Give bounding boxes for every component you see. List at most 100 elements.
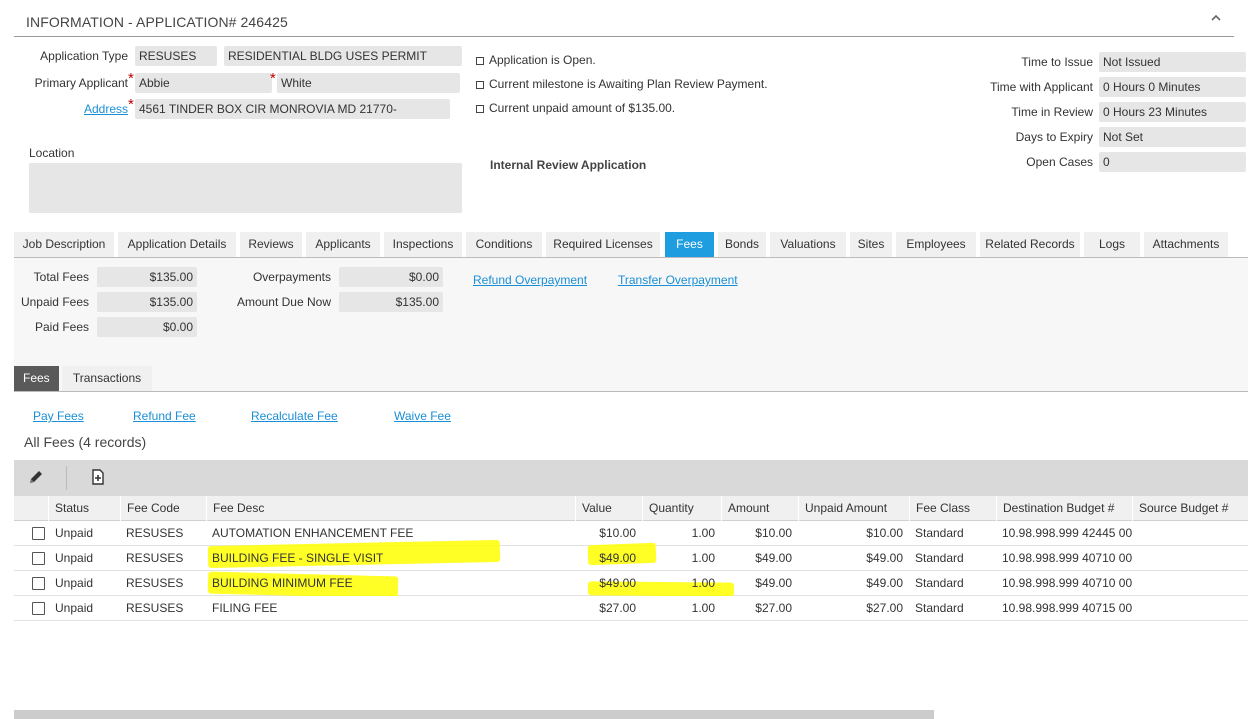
tab-job-description[interactable]: Job Description	[14, 232, 114, 257]
cell-source-budget	[1138, 546, 1248, 570]
cell-quantity: 1.00	[691, 576, 715, 590]
col-header-status[interactable]: Status	[48, 496, 120, 521]
chevron-up-icon[interactable]	[1210, 11, 1222, 27]
total-fees-value: $135.00	[97, 267, 197, 287]
paid-fees-value: $0.00	[97, 317, 197, 337]
application-type-desc: RESIDENTIAL BLDG USES PERMIT	[224, 46, 462, 66]
cell-fee-desc: BUILDING MINIMUM FEE	[212, 576, 353, 590]
metric-value: Not Issued	[1099, 52, 1246, 72]
primary-applicant-label: Primary Applicant	[34, 76, 128, 90]
tab-application-details[interactable]: Application Details	[118, 232, 236, 257]
col-header-fee-class[interactable]: Fee Class	[909, 496, 996, 521]
cell-fee-code: RESUSES	[126, 576, 184, 590]
tab-applicants[interactable]: Applicants	[306, 232, 380, 257]
applicant-last-name: White	[277, 73, 460, 93]
cell-status: Unpaid	[55, 601, 94, 615]
cell-value: $27.00	[599, 601, 636, 615]
cell-fee-code: RESUSES	[126, 601, 184, 615]
subtab-transactions[interactable]: Transactions	[62, 366, 152, 391]
cell-destination-budget: 10.98.998.999 40710 00	[1002, 551, 1132, 565]
col-header-fee-desc[interactable]: Fee Desc	[206, 496, 575, 521]
add-document-icon[interactable]	[90, 469, 106, 488]
total-fees-label: Total Fees	[33, 270, 89, 284]
cell-status: Unpaid	[55, 551, 94, 565]
metric-label: Time with Applicant	[990, 80, 1093, 94]
status-line-unpaid: Current unpaid amount of $135.00.	[476, 98, 675, 118]
applicant-first-name: Abbie	[135, 73, 272, 93]
row-checkbox[interactable]	[32, 552, 45, 565]
col-header-source-budget[interactable]: Source Budget #	[1132, 496, 1248, 521]
row-checkbox[interactable]	[32, 602, 45, 615]
transfer-overpayment-link[interactable]: Transfer Overpayment	[618, 270, 738, 290]
tab-bonds[interactable]: Bonds	[718, 232, 766, 257]
grid-header-row: Status Fee Code Fee Desc Value Quantity …	[14, 496, 1248, 521]
application-type-label: Application Type	[40, 49, 128, 63]
row-checkbox[interactable]	[32, 527, 45, 540]
unpaid-fees-value: $135.00	[97, 292, 197, 312]
horizontal-scrollbar[interactable]	[14, 710, 934, 719]
tab-valuations[interactable]: Valuations	[770, 232, 846, 257]
subtab-bar: Fees Transactions	[14, 366, 1248, 392]
checkbox-icon	[476, 80, 484, 89]
cell-amount: $10.00	[755, 526, 792, 540]
tab-required-licenses[interactable]: Required Licenses	[546, 232, 660, 257]
subtab-fees[interactable]: Fees	[14, 366, 59, 391]
tab-sites[interactable]: Sites	[850, 232, 892, 257]
cell-fee-code: RESUSES	[126, 551, 184, 565]
col-header-unpaid-amount[interactable]: Unpaid Amount	[798, 496, 909, 521]
tab-reviews[interactable]: Reviews	[240, 232, 302, 257]
checkbox-icon	[476, 56, 484, 65]
location-label: Location	[29, 146, 75, 160]
col-header-amount[interactable]: Amount	[721, 496, 798, 521]
cell-value: $49.00	[599, 551, 636, 565]
overpayments-label: Overpayments	[252, 270, 331, 284]
required-marker: *	[270, 70, 276, 87]
waive-fee-link[interactable]: Waive Fee	[394, 406, 451, 426]
cell-destination-budget: 10.98.998.999 42445 00	[1002, 526, 1132, 540]
checkbox-icon	[476, 104, 484, 113]
cell-destination-budget: 10.98.998.999 40715 00	[1002, 601, 1132, 615]
tab-conditions[interactable]: Conditions	[466, 232, 542, 257]
col-header-quantity[interactable]: Quantity	[642, 496, 721, 521]
cell-fee-class: Standard	[915, 551, 964, 565]
cell-destination-budget: 10.98.998.999 40710 00	[1002, 576, 1132, 590]
metric-value: 0 Hours 0 Minutes	[1099, 77, 1246, 97]
grid-toolbar	[14, 460, 1248, 496]
cell-unpaid-amount: $10.00	[866, 526, 903, 540]
table-row[interactable]: Unpaid RESUSES BUILDING MINIMUM FEE $49.…	[14, 571, 1248, 599]
table-row[interactable]: Unpaid RESUSES AUTOMATION ENHANCEMENT FE…	[14, 521, 1248, 546]
cell-source-budget	[1138, 521, 1248, 545]
col-header-fee-code[interactable]: Fee Code	[120, 496, 206, 521]
pencil-icon[interactable]	[28, 469, 44, 488]
tab-fees[interactable]: Fees	[665, 232, 714, 257]
status-line-open: Application is Open.	[476, 50, 596, 70]
section-header: INFORMATION - APPLICATION# 246425	[14, 8, 1234, 37]
cell-source-budget	[1138, 596, 1248, 620]
col-header-value[interactable]: Value	[575, 496, 642, 521]
cell-quantity: 1.00	[691, 551, 715, 565]
col-header-destination-budget[interactable]: Destination Budget #	[996, 496, 1132, 521]
cell-value: $49.00	[599, 576, 636, 590]
refund-overpayment-link[interactable]: Refund Overpayment	[473, 270, 587, 290]
application-type-code: RESUSES	[135, 46, 217, 66]
required-marker: *	[128, 70, 134, 87]
tab-logs[interactable]: Logs	[1084, 232, 1140, 257]
tab-related-records[interactable]: Related Records	[980, 232, 1080, 257]
tab-inspections[interactable]: Inspections	[384, 232, 462, 257]
pay-fees-link[interactable]: Pay Fees	[33, 406, 84, 426]
table-row[interactable]: Unpaid RESUSES BUILDING FEE - SINGLE VIS…	[14, 539, 1248, 571]
tab-bar: Job Description Application Details Revi…	[14, 232, 1248, 258]
address-link[interactable]: Address	[60, 99, 128, 119]
table-row[interactable]: Unpaid RESUSES FILING FEE $27.00 1.00 $2…	[14, 596, 1248, 621]
unpaid-fees-label: Unpaid Fees	[20, 295, 89, 309]
refund-fee-link[interactable]: Refund Fee	[133, 406, 196, 426]
tab-attachments[interactable]: Attachments	[1144, 232, 1228, 257]
address-field: 4561 TINDER BOX CIR MONROVIA MD 21770-	[135, 99, 450, 119]
row-checkbox[interactable]	[32, 577, 45, 590]
tab-employees[interactable]: Employees	[896, 232, 976, 257]
cell-status: Unpaid	[55, 576, 94, 590]
cell-amount: $49.00	[755, 576, 792, 590]
cell-quantity: 1.00	[691, 601, 715, 615]
paid-fees-label: Paid Fees	[34, 320, 89, 334]
recalculate-fee-link[interactable]: Recalculate Fee	[251, 406, 338, 426]
